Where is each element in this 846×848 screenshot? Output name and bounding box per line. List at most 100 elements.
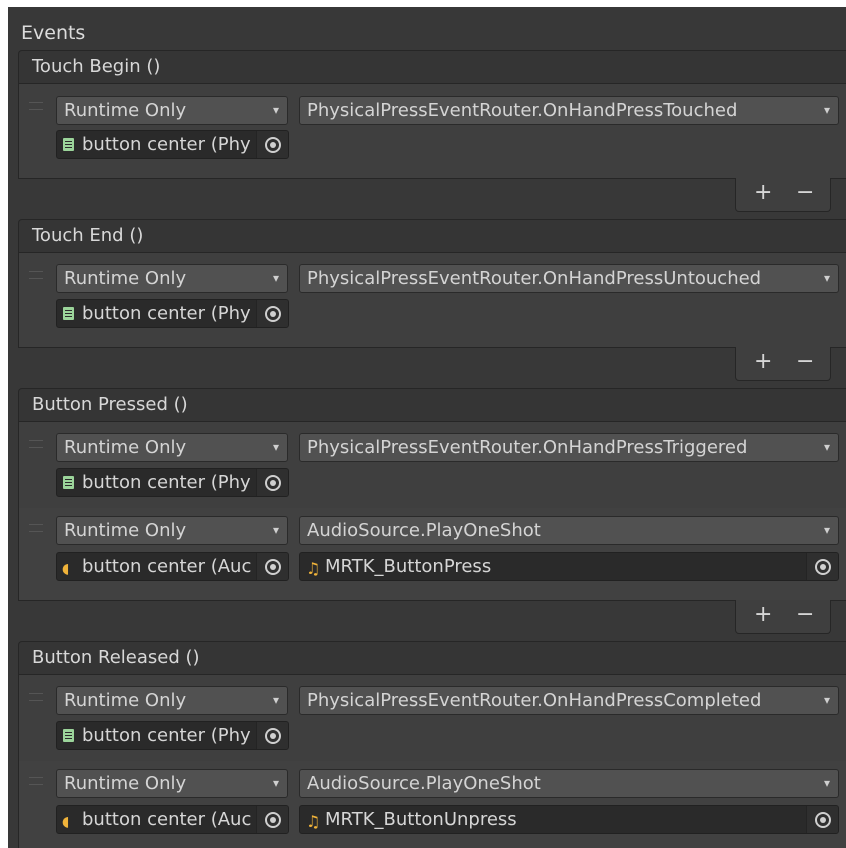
remove-listener-button[interactable]: − [796,349,814,374]
drag-handle[interactable] [29,693,43,701]
remove-listener-button[interactable]: − [796,180,814,205]
drag-handle[interactable] [29,440,43,448]
runtime-mode-dropdown[interactable]: Runtime Only ▾ [56,516,288,545]
object-picker-button[interactable] [256,722,288,749]
target-object-value: button center (Auc [82,556,252,577]
function-value: AudioSource.PlayOneShot [307,773,541,794]
target-picker-icon [265,559,281,575]
target-object-value: button center (Phy [82,725,251,746]
list-footer-touch-begin: + − [735,178,831,212]
target-object-value: button center (Phy [82,134,251,155]
audio-clip-value: MRTK_ButtonUnpress [325,809,517,830]
function-value: PhysicalPressEventRouter.OnHandPressTouc… [307,100,738,121]
drag-handle[interactable] [29,777,43,785]
audio-source-icon: ◖ [62,814,70,830]
chevron-down-icon: ▾ [823,271,830,285]
target-object-field[interactable]: button center (Phy [56,130,289,159]
chevron-down-icon: ▾ [272,693,279,707]
target-picker-icon [815,559,831,575]
function-dropdown[interactable]: PhysicalPressEventRouter.OnHandPressComp… [299,686,839,715]
runtime-mode-value: Runtime Only [64,268,187,289]
runtime-mode-dropdown[interactable]: Runtime Only ▾ [56,264,288,293]
inspector-panel: Events Touch Begin () Runtime Only ▾ Phy… [0,0,846,848]
target-object-field[interactable]: ◖ button center (Auc [56,805,289,834]
event-header-label: Touch End () [32,225,144,246]
target-picker-icon [265,137,281,153]
event-list-button-pressed: Runtime Only ▾ PhysicalPressEventRouter.… [18,422,846,601]
target-object-value: button center (Auc [82,809,252,830]
runtime-mode-dropdown[interactable]: Runtime Only ▾ [56,769,288,798]
chevron-down-icon: ▾ [272,103,279,117]
audio-clip-icon: ♫ [306,812,321,831]
event-header-touch-begin: Touch Begin () [18,50,846,84]
object-picker-button[interactable] [806,806,838,833]
chevron-down-icon: ▾ [823,103,830,117]
runtime-mode-dropdown[interactable]: Runtime Only ▾ [56,686,288,715]
script-icon [63,729,74,742]
runtime-mode-value: Runtime Only [64,100,187,121]
function-value: AudioSource.PlayOneShot [307,520,541,541]
runtime-mode-value: Runtime Only [64,520,187,541]
runtime-mode-dropdown[interactable]: Runtime Only ▾ [56,433,288,462]
event-list-touch-begin: Runtime Only ▾ PhysicalPressEventRouter.… [18,84,846,179]
script-icon [63,138,74,151]
event-header-button-released: Button Released () [18,641,846,675]
function-dropdown[interactable]: PhysicalPressEventRouter.OnHandPressTouc… [299,96,839,125]
function-value: PhysicalPressEventRouter.OnHandPressTrig… [307,437,748,458]
object-picker-button[interactable] [256,553,288,580]
function-value: PhysicalPressEventRouter.OnHandPressComp… [307,690,762,711]
target-object-field[interactable]: button center (Phy [56,721,289,750]
script-icon [63,307,74,320]
event-header-label: Button Pressed () [32,394,188,415]
target-picker-icon [265,306,281,322]
target-object-field[interactable]: ◖ button center (Auc [56,552,289,581]
chevron-down-icon: ▾ [823,776,830,790]
runtime-mode-dropdown[interactable]: Runtime Only ▾ [56,96,288,125]
object-picker-button[interactable] [806,553,838,580]
list-footer-touch-end: + − [735,347,831,381]
audio-clip-field[interactable]: ♫ MRTK_ButtonUnpress [299,805,839,834]
event-list-touch-end: Runtime Only ▾ PhysicalPressEventRouter.… [18,253,846,348]
drag-handle[interactable] [29,102,43,110]
chevron-down-icon: ▾ [823,523,830,537]
function-dropdown[interactable]: PhysicalPressEventRouter.OnHandPressTrig… [299,433,839,462]
audio-source-icon: ◖ [62,561,70,577]
function-dropdown[interactable]: AudioSource.PlayOneShot ▾ [299,516,839,545]
target-object-value: button center (Phy [82,303,251,324]
event-list-button-released: Runtime Only ▾ PhysicalPressEventRouter.… [18,675,846,848]
drag-handle[interactable] [29,271,43,279]
object-picker-button[interactable] [256,806,288,833]
audio-clip-icon: ♫ [306,559,321,578]
function-value: PhysicalPressEventRouter.OnHandPressUnto… [307,268,762,289]
chevron-down-icon: ▾ [823,693,830,707]
list-footer-button-pressed: + − [735,600,831,634]
chevron-down-icon: ▾ [272,271,279,285]
add-listener-button[interactable]: + [754,180,772,205]
chevron-down-icon: ▾ [823,440,830,454]
event-header-button-pressed: Button Pressed () [18,388,846,422]
add-listener-button[interactable]: + [754,602,772,627]
event-header-label: Button Released () [32,647,200,668]
panel-edge-top [0,0,846,7]
function-dropdown[interactable]: AudioSource.PlayOneShot ▾ [299,769,839,798]
runtime-mode-value: Runtime Only [64,773,187,794]
target-picker-icon [265,812,281,828]
script-icon [63,476,74,489]
chevron-down-icon: ▾ [272,776,279,790]
event-header-touch-end: Touch End () [18,219,846,253]
runtime-mode-value: Runtime Only [64,437,187,458]
target-picker-icon [815,812,831,828]
remove-listener-button[interactable]: − [796,602,814,627]
target-object-field[interactable]: button center (Phy [56,299,289,328]
function-dropdown[interactable]: PhysicalPressEventRouter.OnHandPressUnto… [299,264,839,293]
drag-handle[interactable] [29,524,43,532]
add-listener-button[interactable]: + [754,349,772,374]
object-picker-button[interactable] [256,131,288,158]
chevron-down-icon: ▾ [272,523,279,537]
object-picker-button[interactable] [256,300,288,327]
target-object-field[interactable]: button center (Phy [56,468,289,497]
events-title: Events [21,22,86,44]
event-header-label: Touch Begin () [32,56,161,77]
audio-clip-field[interactable]: ♫ MRTK_ButtonPress [299,552,839,581]
object-picker-button[interactable] [256,469,288,496]
